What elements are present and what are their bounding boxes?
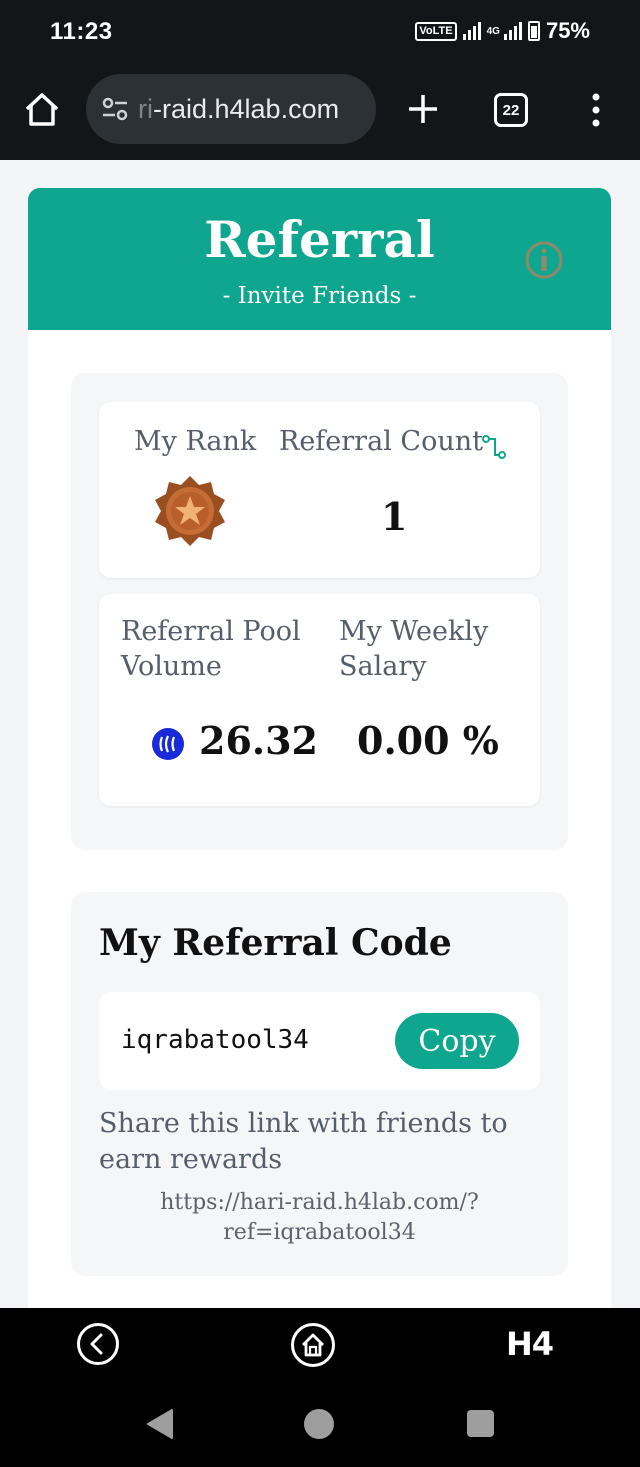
home-circle-icon[interactable] (290, 1322, 336, 1368)
pool-label-line1: Referral Pool (121, 616, 301, 647)
referral-code-panel: My Referral Code iqrabatool34 Copy Share… (71, 892, 568, 1276)
status-bar: 11:23 VoLTE 4G 75% (0, 0, 640, 66)
back-circle-icon[interactable] (76, 1322, 120, 1366)
system-nav-bar (0, 1381, 640, 1467)
copy-button[interactable]: Copy (395, 1013, 519, 1069)
referral-body: My Rank Referral Count 1 Referral Pool V (28, 330, 611, 1308)
address-bar[interactable]: ri-raid.h4lab.com (86, 74, 376, 144)
info-icon[interactable] (524, 240, 564, 280)
browser-toolbar: ri-raid.h4lab.com 22 (0, 66, 640, 160)
network-type: 4G (486, 25, 500, 37)
stats-panel: My Rank Referral Count 1 Referral Pool V (71, 373, 568, 850)
pool-card: Referral Pool Volume My Weekly Salary 26… (99, 594, 540, 806)
system-home-icon[interactable] (304, 1409, 334, 1439)
h4-logo[interactable]: H4 (506, 1325, 554, 1363)
referral-code-box: iqrabatool34 Copy (99, 992, 540, 1090)
salary-label-line1: My Weekly (339, 616, 489, 647)
referral-code-title: My Referral Code (99, 922, 452, 964)
home-icon[interactable] (22, 90, 62, 130)
tab-switcher-button[interactable]: 22 (494, 93, 528, 127)
battery-percent: 75% (545, 18, 590, 43)
referral-link-line2: ref=iqrabatool34 (223, 1220, 416, 1245)
new-tab-icon[interactable] (404, 90, 442, 128)
web-bottom-nav: H4 (0, 1308, 640, 1381)
url-text: ri-raid.h4lab.com (138, 93, 340, 124)
pool-value: 26.32 (199, 718, 318, 763)
web-page: Referral - Invite Friends - My Rank Refe… (0, 160, 640, 1308)
battery-icon (527, 21, 540, 41)
signal-icon (462, 22, 481, 40)
rank-label: My Rank (134, 426, 257, 457)
volte-badge: VoLTE (415, 21, 457, 41)
share-instructions: Share this link with friends to earn rew… (99, 1108, 508, 1175)
more-menu-icon[interactable] (584, 92, 608, 128)
referral-count-label: Referral Count (279, 426, 483, 457)
bronze-medal-icon (155, 476, 225, 546)
page-subtitle: - Invite Friends - (222, 283, 417, 309)
signal-icon-2 (503, 22, 522, 40)
steem-icon (152, 728, 184, 760)
status-time: 11:23 (50, 18, 113, 45)
referral-link[interactable]: https://hari-raid.h4lab.com/? ref=iqraba… (99, 1188, 540, 1248)
system-back-icon[interactable] (146, 1409, 174, 1439)
system-recents-icon[interactable] (467, 1410, 494, 1437)
site-settings-icon[interactable] (100, 94, 130, 124)
referral-code-value: iqrabatool34 (121, 1025, 309, 1055)
referral-count-value: 1 (381, 494, 408, 539)
referral-header: Referral - Invite Friends - (28, 188, 611, 330)
salary-label-line2: Salary (339, 651, 427, 682)
salary-value: 0.00 % (357, 718, 499, 763)
rank-card: My Rank Referral Count 1 (99, 402, 540, 578)
status-indicators: VoLTE 4G 75% (415, 18, 590, 44)
referral-link-line1: https://hari-raid.h4lab.com/? (160, 1190, 479, 1215)
pool-label-line2: Volume (121, 651, 222, 682)
referral-tree-icon[interactable] (481, 434, 507, 460)
